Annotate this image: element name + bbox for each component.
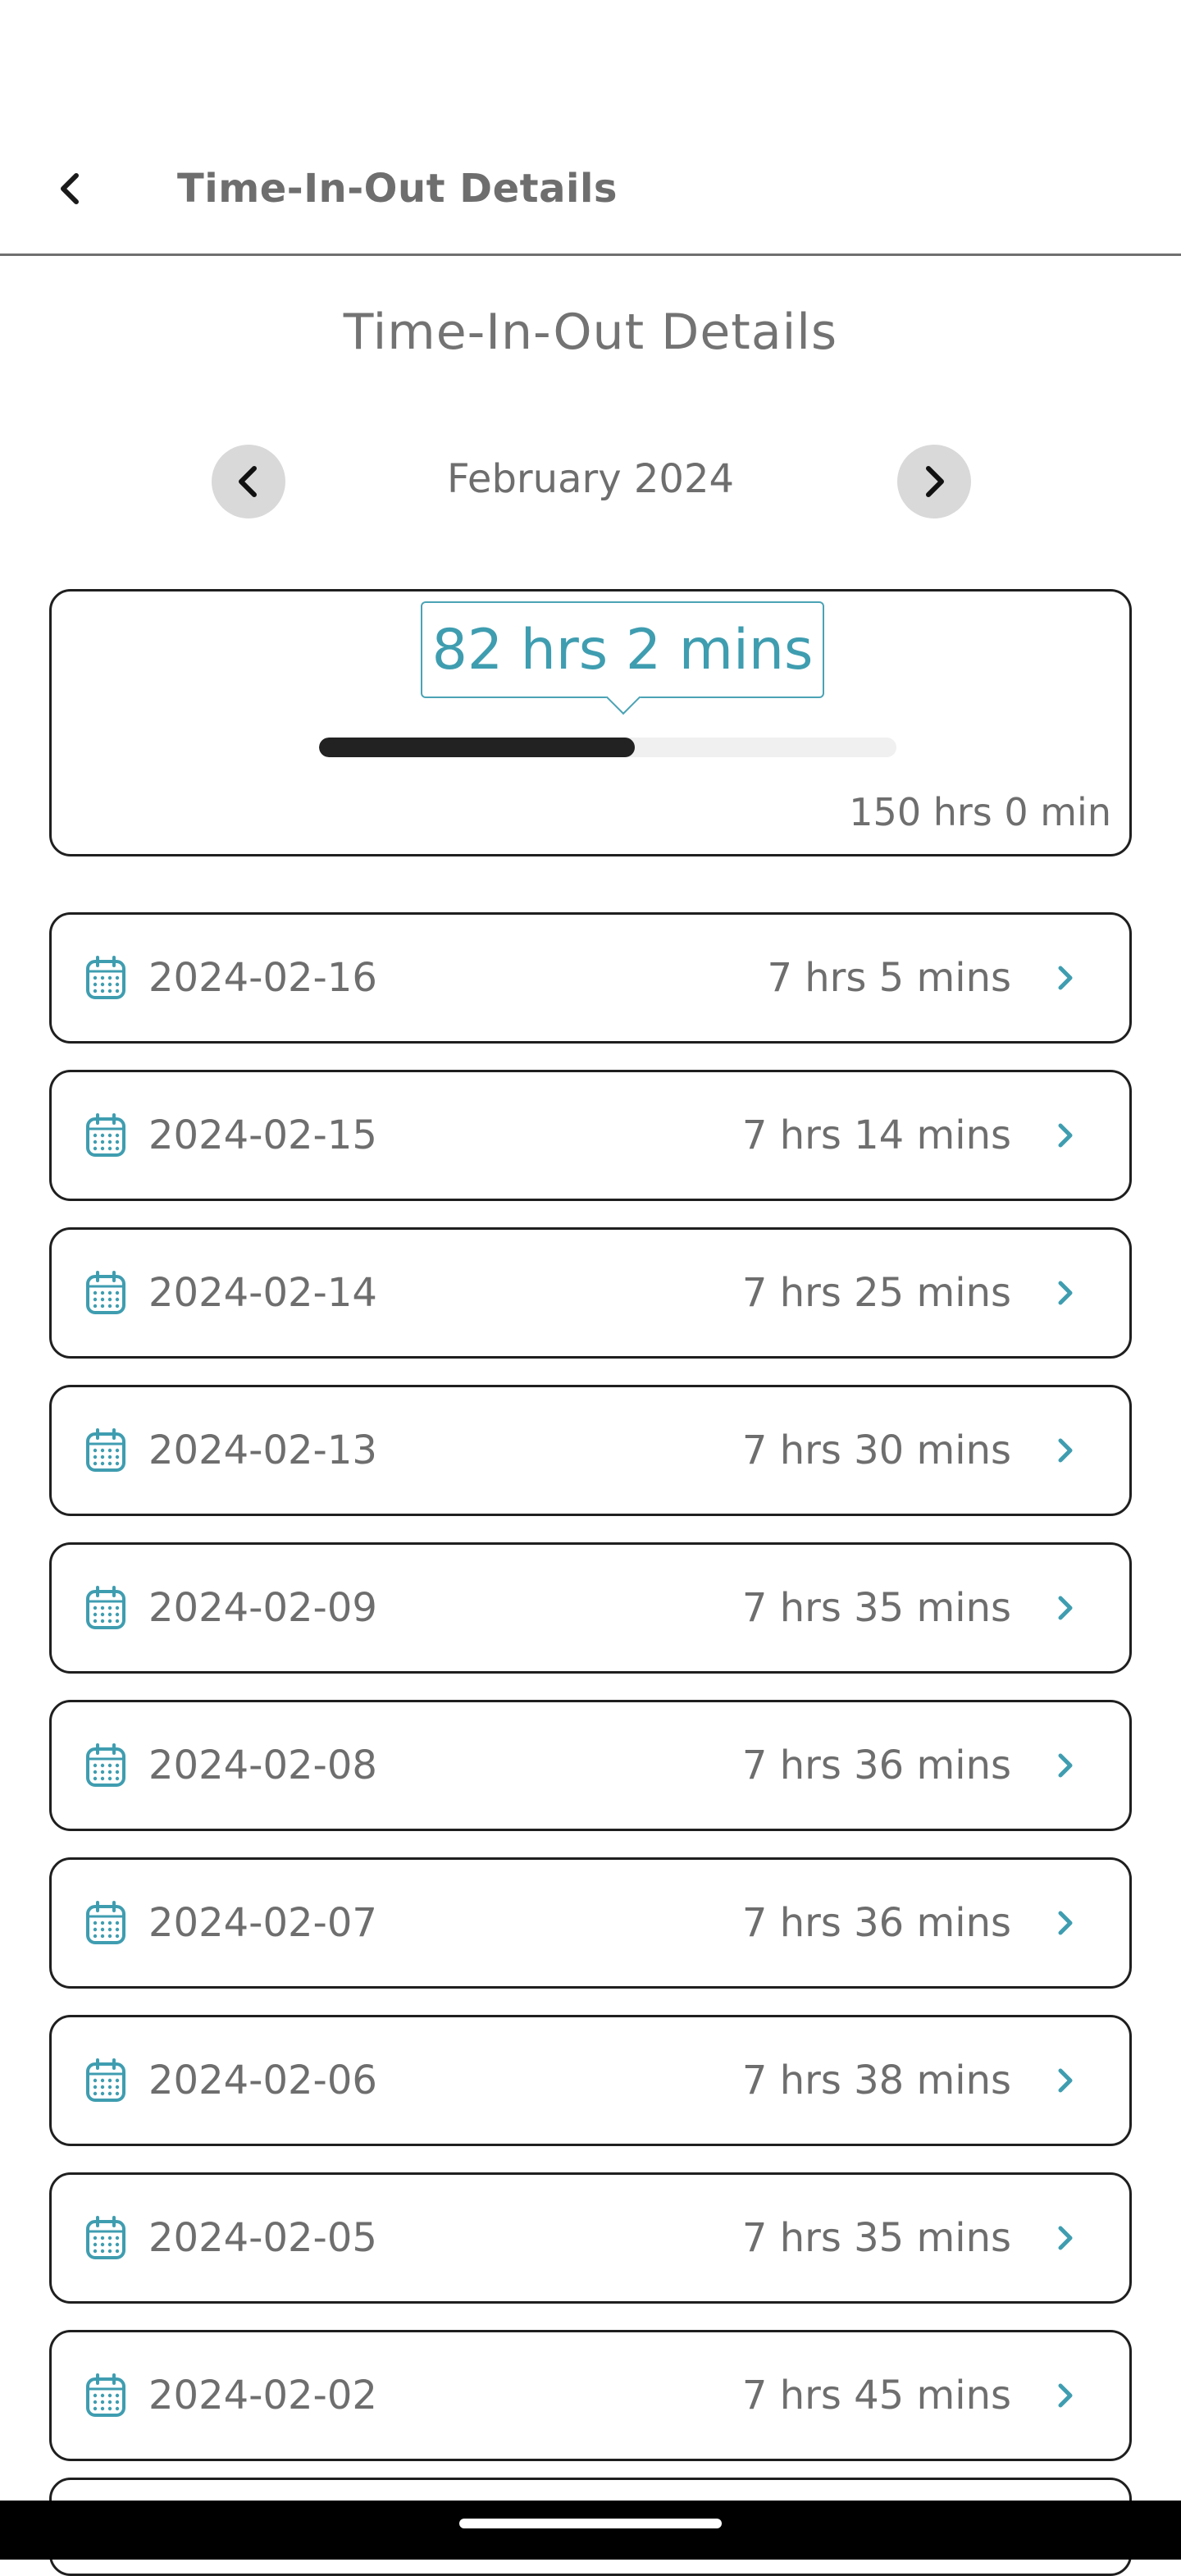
system-navigation-bar: [0, 2501, 1181, 2560]
record-date: 2024-02-06: [148, 2058, 377, 2103]
calendar-icon: [84, 1742, 127, 1788]
next-month-button[interactable]: [897, 445, 971, 518]
chevron-right-icon: [1049, 1434, 1082, 1467]
chevron-right-icon: [1049, 2379, 1082, 2412]
record-date: 2024-02-14: [148, 1270, 377, 1316]
list-item[interactable]: 2024-02-14 7 hrs 25 mins: [49, 1227, 1132, 1359]
calendar-icon: [84, 1112, 127, 1158]
record-duration: 7 hrs 5 mins: [767, 955, 1011, 1001]
chevron-right-icon: [1049, 1277, 1082, 1309]
calendar-icon: [84, 1427, 127, 1473]
chevron-right-icon: [1049, 1592, 1082, 1624]
chevron-right-icon: [1049, 1749, 1082, 1782]
calendar-icon: [84, 1585, 127, 1631]
record-date: 2024-02-05: [148, 2215, 377, 2261]
worked-hours-value: 82 hrs 2 mins: [432, 618, 814, 683]
calendar-icon: [84, 2058, 127, 2103]
record-duration: 7 hrs 45 mins: [742, 2373, 1011, 2418]
chevron-right-icon: [1049, 1119, 1082, 1152]
calendar-icon: [84, 1270, 127, 1316]
chevron-right-icon: [1049, 961, 1082, 994]
back-button[interactable]: [30, 148, 112, 230]
list-item[interactable]: 2024-02-05 7 hrs 35 mins: [49, 2172, 1132, 2304]
record-duration: 7 hrs 38 mins: [742, 2058, 1011, 2103]
chevron-right-icon: [1049, 1907, 1082, 1939]
page-heading: Time-In-Out Details: [0, 304, 1181, 361]
hours-summary-card: 82 hrs 2 mins 150 hrs 0 min: [49, 589, 1132, 856]
month-label: February 2024: [0, 456, 1181, 502]
chevron-right-icon: [1049, 2064, 1082, 2097]
time-record-list: 2024-02-16 7 hrs 5 mins 2024-02-15 7 hrs 14…: [49, 912, 1132, 2487]
record-duration: 7 hrs 36 mins: [742, 1742, 1011, 1788]
record-duration: 7 hrs 35 mins: [742, 2215, 1011, 2261]
app-bar-title: Time-In-Out Details: [177, 166, 618, 212]
list-item[interactable]: 2024-02-02 7 hrs 45 mins: [49, 2330, 1132, 2461]
calendar-icon: [84, 1900, 127, 1946]
worked-hours-tooltip: 82 hrs 2 mins: [421, 601, 824, 698]
record-duration: 7 hrs 30 mins: [742, 1427, 1011, 1473]
record-duration: 7 hrs 36 mins: [742, 1900, 1011, 1946]
record-date: 2024-02-15: [148, 1112, 377, 1158]
month-navigator: February 2024: [0, 445, 1181, 518]
chevron-right-icon: [918, 464, 951, 500]
record-date: 2024-02-07: [148, 1900, 377, 1946]
hours-progress-bar: [319, 738, 896, 757]
record-duration: 7 hrs 25 mins: [742, 1270, 1011, 1316]
hours-progress-fill: [319, 738, 635, 757]
list-item[interactable]: 2024-02-06 7 hrs 38 mins: [49, 2015, 1132, 2146]
list-item[interactable]: 2024-02-08 7 hrs 36 mins: [49, 1700, 1132, 1831]
record-date: 2024-02-09: [148, 1585, 377, 1631]
calendar-icon: [84, 2215, 127, 2261]
list-item[interactable]: 2024-02-07 7 hrs 36 mins: [49, 1857, 1132, 1989]
record-date: 2024-02-02: [148, 2373, 377, 2418]
record-date: 2024-02-13: [148, 1427, 377, 1473]
list-item[interactable]: 2024-02-09 7 hrs 35 mins: [49, 1542, 1132, 1674]
total-hours-label: 150 hrs 0 min: [849, 790, 1111, 834]
app-bar: Time-In-Out Details: [0, 123, 1181, 256]
record-duration: 7 hrs 14 mins: [742, 1112, 1011, 1158]
record-date: 2024-02-16: [148, 955, 377, 1001]
calendar-icon: [84, 955, 127, 1001]
list-item[interactable]: 2024-02-13 7 hrs 30 mins: [49, 1385, 1132, 1516]
record-date: 2024-02-08: [148, 1742, 377, 1788]
list-item[interactable]: 2024-02-15 7 hrs 14 mins: [49, 1070, 1132, 1201]
record-duration: 7 hrs 35 mins: [742, 1585, 1011, 1631]
chevron-right-icon: [1049, 2222, 1082, 2254]
chevron-left-icon: [54, 171, 87, 207]
status-bar: [0, 0, 1181, 123]
home-indicator[interactable]: [459, 2519, 722, 2528]
calendar-icon: [84, 2373, 127, 2418]
list-item[interactable]: 2024-02-16 7 hrs 5 mins: [49, 912, 1132, 1044]
